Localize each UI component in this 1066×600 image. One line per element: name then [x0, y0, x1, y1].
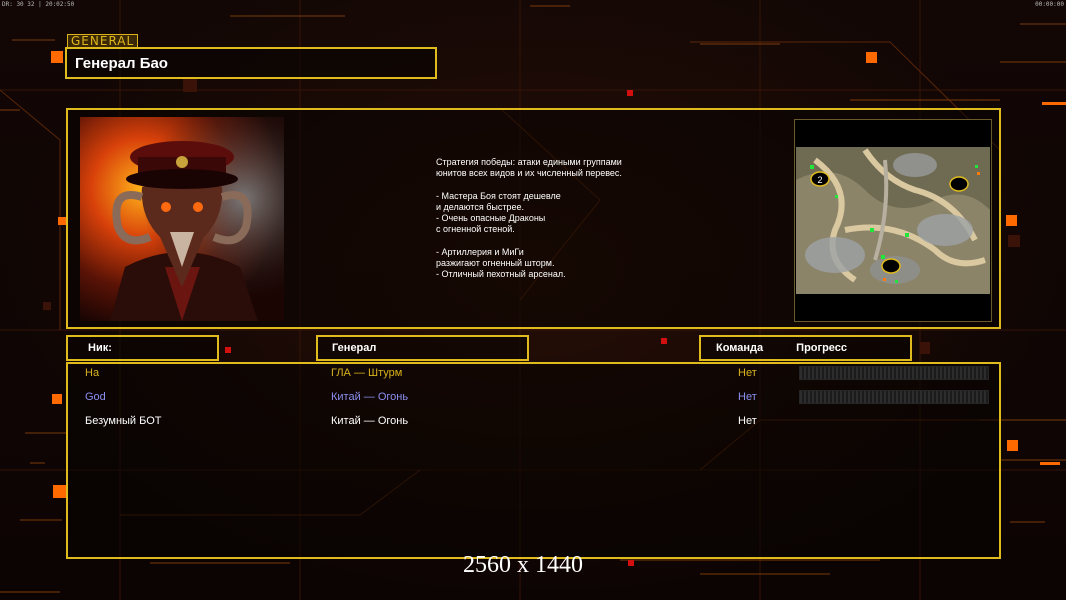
player-progress-bar [799, 390, 989, 404]
general-title-box: Генерал Бао [65, 47, 437, 79]
hud-timer: 00:00:00 [1035, 1, 1064, 8]
general-header-label: Генерал [332, 342, 377, 354]
player-nick: На [85, 367, 100, 379]
player-general: Китай — Огонь [331, 391, 409, 403]
start-position-label: 2 [817, 175, 822, 185]
player-progress-bar [799, 366, 989, 380]
column-header-team-progress: Команда Прогресс [699, 335, 912, 361]
general-strategy-description: Стратегия победы: атаки едиными группами… [436, 157, 622, 280]
player-team: Нет [738, 415, 757, 427]
player-team: Нет [738, 391, 757, 403]
player-nick: Безумный БОТ [85, 415, 162, 427]
player-general: ГЛА — Штурм [331, 367, 403, 379]
minimap-preview[interactable]: 2 [794, 119, 992, 322]
player-row: На ГЛА — Штурм Нет [85, 366, 989, 383]
team-header-label: Команда [716, 342, 764, 354]
player-nick: God [85, 391, 106, 403]
progress-header-label: Прогресс [796, 342, 848, 354]
general-title: Генерал Бао [75, 54, 168, 72]
general-portrait [80, 117, 284, 321]
column-header-nick: Ник: [66, 335, 219, 361]
player-general: Китай — Огонь [331, 415, 409, 427]
column-header-general: Генерал [316, 335, 529, 361]
hud-status-left: DR: 30 32 | 20:02:50 [2, 1, 75, 8]
player-row: God Китай — Огонь Нет [85, 390, 989, 407]
player-team: Нет [738, 367, 757, 379]
player-row: Безумный БОТ Китай — Огонь Нет [85, 415, 985, 431]
resolution-watermark: 2560 x 1440 [463, 552, 583, 578]
nick-header-label: Ник: [88, 342, 112, 354]
